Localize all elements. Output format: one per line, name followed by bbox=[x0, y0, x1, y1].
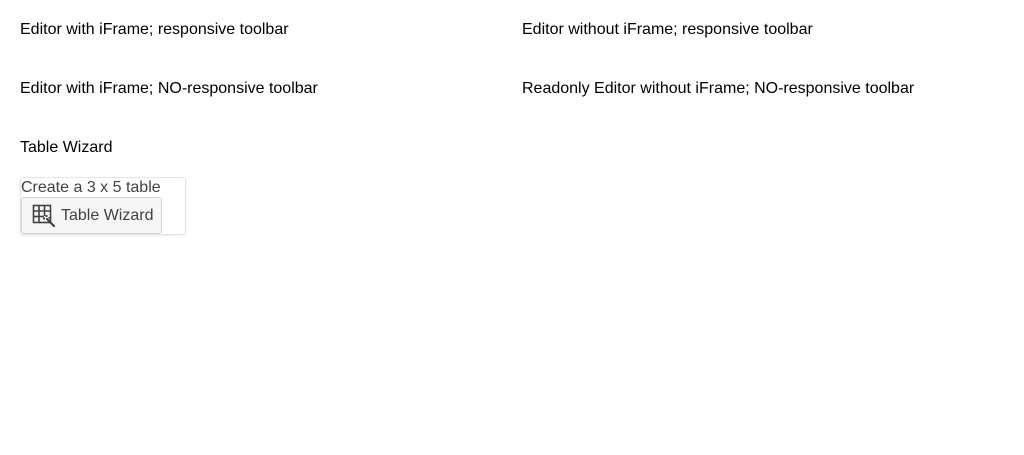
table-wizard-panel: Create a 3 x 5 table Table Wizard bbox=[20, 177, 186, 235]
heading-table-wizard: Table Wizard bbox=[20, 139, 113, 156]
heading-editor-iframe-no-responsive: Editor with iFrame; NO-responsive toolba… bbox=[20, 80, 318, 97]
heading-editor-iframe-responsive: Editor with iFrame; responsive toolbar bbox=[20, 21, 289, 38]
table-wizard-icon bbox=[32, 204, 56, 228]
table-wizard-button-label: Table Wizard bbox=[61, 206, 154, 224]
table-wizard-button[interactable]: Table Wizard bbox=[21, 197, 162, 234]
table-wizard-description[interactable]: Create a 3 x 5 table bbox=[21, 179, 161, 197]
heading-editor-no-iframe-responsive: Editor without iFrame; responsive toolba… bbox=[522, 21, 813, 38]
heading-readonly-editor-no-iframe-no-responsive: Readonly Editor without iFrame; NO-respo… bbox=[522, 80, 915, 97]
